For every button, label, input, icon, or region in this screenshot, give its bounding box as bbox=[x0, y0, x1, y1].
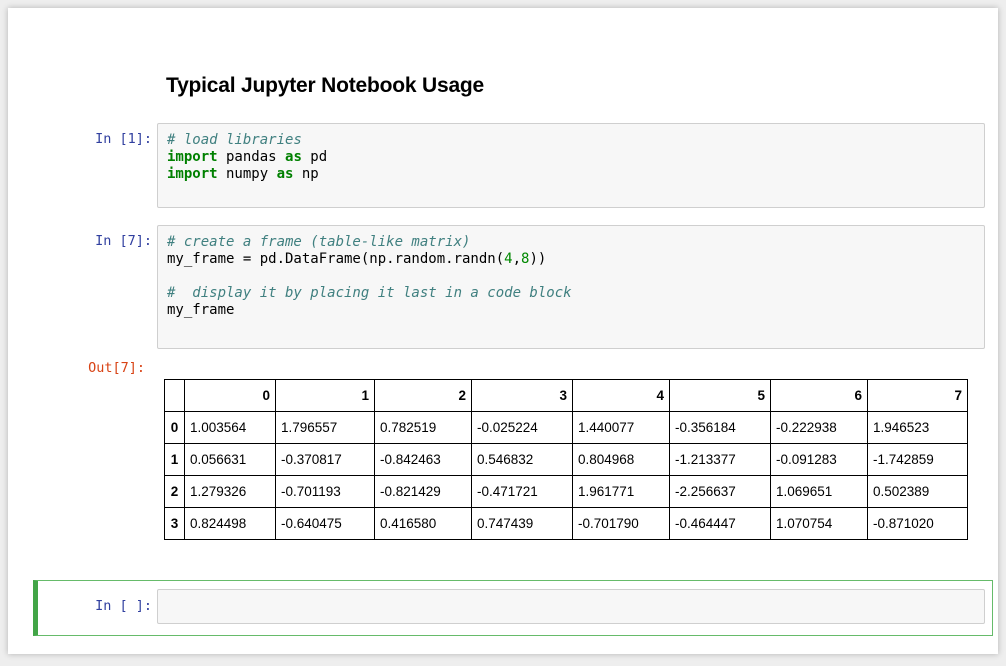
code-comment: # load libraries bbox=[167, 132, 302, 148]
table-cell: -0.701790 bbox=[572, 507, 670, 540]
table-row: 1 0.056631 -0.370817 -0.842463 0.546832 0.804… bbox=[164, 443, 968, 476]
table-cell: 1.796557 bbox=[275, 411, 375, 444]
table-cell: -0.091283 bbox=[770, 443, 868, 476]
table-cell: 1.279326 bbox=[184, 475, 276, 508]
table-cell: -1.742859 bbox=[867, 443, 968, 476]
code-keyword: import bbox=[167, 149, 218, 165]
table-cell: 0.056631 bbox=[184, 443, 276, 476]
input-prompt-1: In [1]: bbox=[95, 131, 152, 147]
row-index: 0 bbox=[164, 411, 185, 444]
row-index: 3 bbox=[164, 507, 185, 540]
column-header: 4 bbox=[572, 379, 670, 412]
code-cell-1[interactable]: # load libraries import pandas as pd impor… bbox=[157, 123, 985, 208]
column-header: 6 bbox=[770, 379, 868, 412]
dataframe-output: 01234567 0 1.003564 1.796557 0.782519 -0.025… bbox=[164, 379, 968, 540]
code-line: import pandas as pd bbox=[167, 149, 975, 166]
table-cell: 1.069651 bbox=[770, 475, 868, 508]
table-cell: 0.804968 bbox=[572, 443, 670, 476]
code-comment: # create a frame (table-like matrix) bbox=[167, 234, 471, 250]
table-cell: 1.440077 bbox=[572, 411, 670, 444]
dataframe-header-row: 01234567 bbox=[164, 379, 968, 412]
table-cell: -0.222938 bbox=[770, 411, 868, 444]
table-cell: -0.871020 bbox=[867, 507, 968, 540]
table-row: 2 1.279326 -0.701193 -0.821429 -0.471721 1.96… bbox=[164, 475, 968, 508]
input-prompt-empty: In [ ]: bbox=[95, 598, 152, 614]
table-cell: -0.640475 bbox=[275, 507, 375, 540]
table-cell: -0.471721 bbox=[471, 475, 573, 508]
table-cell: -0.842463 bbox=[374, 443, 472, 476]
code-keyword: as bbox=[276, 166, 294, 182]
column-header: 1 bbox=[275, 379, 375, 412]
table-row: 3 0.824498 -0.640475 0.416580 0.747439 -0.701… bbox=[164, 507, 968, 540]
code-comment: # display it by placing it last in a cod… bbox=[167, 285, 572, 301]
code-keyword: import bbox=[167, 166, 218, 182]
code-text: pandas bbox=[217, 149, 286, 165]
input-prompt-7: In [7]: bbox=[95, 233, 152, 249]
column-header: 2 bbox=[374, 379, 472, 412]
table-cell: 1.070754 bbox=[770, 507, 868, 540]
code-text: , bbox=[512, 251, 522, 267]
table-cell: -0.464447 bbox=[669, 507, 771, 540]
column-header: 5 bbox=[669, 379, 771, 412]
table-cell: 1.961771 bbox=[572, 475, 670, 508]
code-text: numpy bbox=[217, 166, 277, 182]
table-row: 0 1.003564 1.796557 0.782519 -0.025224 1.4400… bbox=[164, 411, 968, 444]
table-cell: -1.213377 bbox=[669, 443, 771, 476]
code-cell-7[interactable]: # create a frame (table-like matrix) my_f… bbox=[157, 225, 985, 349]
table-cell: -0.025224 bbox=[471, 411, 573, 444]
table-cell: -2.256637 bbox=[669, 475, 771, 508]
code-line: my_frame bbox=[167, 302, 975, 319]
table-cell: 0.502389 bbox=[867, 475, 968, 508]
code-text: np bbox=[293, 166, 319, 182]
table-cell: -0.356184 bbox=[669, 411, 771, 444]
column-header bbox=[164, 379, 185, 412]
table-cell: -0.370817 bbox=[275, 443, 375, 476]
column-header: 7 bbox=[867, 379, 968, 412]
code-line: import numpy as np bbox=[167, 166, 975, 183]
table-cell: 0.824498 bbox=[184, 507, 276, 540]
table-cell: -0.701193 bbox=[275, 475, 375, 508]
output-prompt-7: Out[7]: bbox=[88, 360, 145, 376]
code-text: my_frame bbox=[167, 302, 235, 318]
code-line: # create a frame (table-like matrix) bbox=[167, 234, 975, 251]
column-header: 0 bbox=[184, 379, 276, 412]
table-cell: -0.821429 bbox=[374, 475, 472, 508]
row-index: 2 bbox=[164, 475, 185, 508]
table-cell: 1.003564 bbox=[184, 411, 276, 444]
table-cell: 0.747439 bbox=[471, 507, 573, 540]
table-cell: 0.416580 bbox=[374, 507, 472, 540]
table-cell: 1.946523 bbox=[867, 411, 968, 444]
code-line: # load libraries bbox=[167, 132, 975, 149]
table-cell: 0.782519 bbox=[374, 411, 472, 444]
code-line: # display it by placing it last in a cod… bbox=[167, 285, 975, 302]
empty-code-input[interactable] bbox=[157, 589, 985, 624]
code-text: my_frame = pd.DataFrame(np.random.randn( bbox=[167, 251, 505, 267]
code-text: pd bbox=[301, 149, 328, 165]
row-index: 1 bbox=[164, 443, 185, 476]
code-keyword: as bbox=[285, 149, 302, 165]
code-number: 4 bbox=[504, 251, 513, 267]
code-line: my_frame = pd.DataFrame(np.random.randn(… bbox=[167, 251, 975, 268]
notebook-heading: Typical Jupyter Notebook Usage bbox=[166, 74, 485, 97]
column-header: 3 bbox=[471, 379, 573, 412]
table-cell: 0.546832 bbox=[471, 443, 573, 476]
code-text: )) bbox=[529, 251, 547, 267]
